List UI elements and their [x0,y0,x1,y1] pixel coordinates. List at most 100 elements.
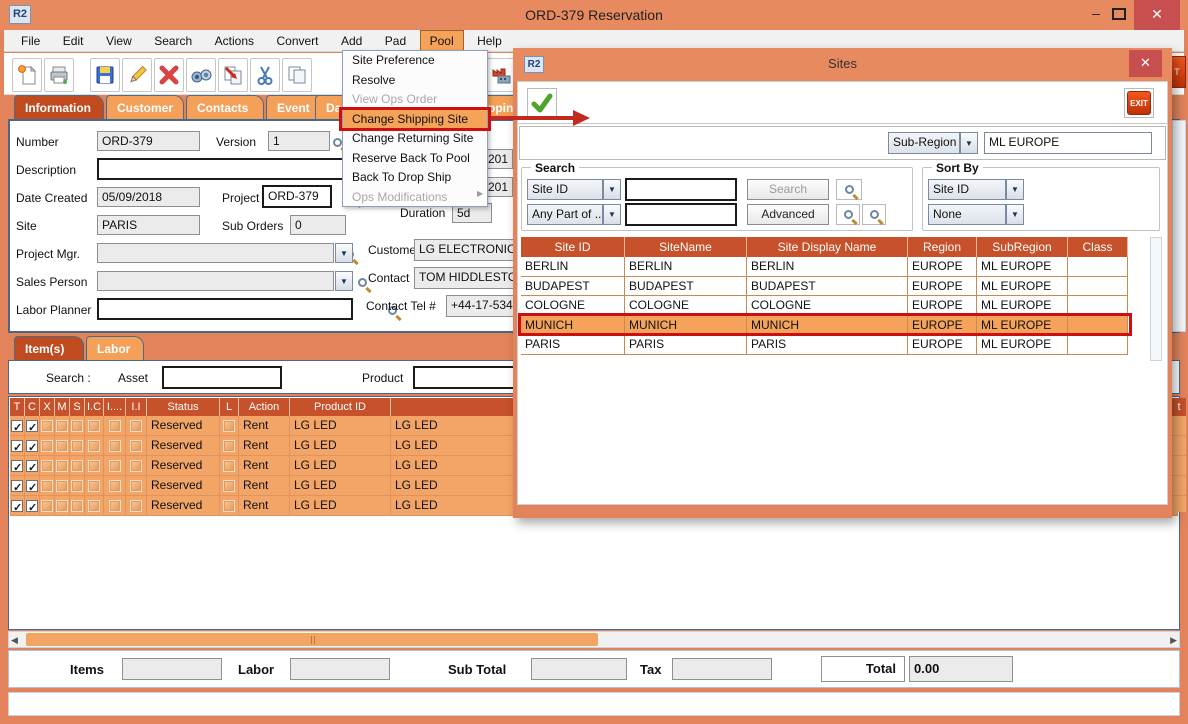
search-button[interactable]: Search [747,179,829,200]
col-status[interactable]: Status [147,398,220,416]
cut-button[interactable] [250,58,280,92]
checkbox-i-dots[interactable] [109,480,121,492]
checkbox-l[interactable] [223,500,235,512]
menu-item-resolve[interactable]: Resolve [343,71,487,91]
menu-edit[interactable]: Edit [54,31,93,51]
search-field2-input[interactable] [625,203,737,226]
checkbox-s[interactable] [71,460,83,472]
checkbox-l[interactable] [223,460,235,472]
checkbox-c[interactable] [26,460,38,472]
dialog-close-button[interactable]: ✕ [1129,50,1162,77]
labor-planner-field[interactable] [97,298,353,320]
edit-button[interactable] [122,58,152,92]
checkbox-t[interactable] [11,480,23,492]
checkbox-x[interactable] [41,500,53,512]
checkbox-m[interactable] [56,480,68,492]
new-document-button[interactable] [12,58,42,92]
col-site-display-name[interactable]: Site Display Name [747,237,908,257]
project-mgr-field[interactable] [97,243,334,263]
site-row-berlin[interactable]: BERLIN BERLIN BERLIN EUROPE ML EUROPE [521,257,1128,277]
col-m[interactable]: M [55,398,70,416]
search-field1-input[interactable] [625,178,737,201]
confirm-button[interactable] [527,88,557,118]
delete-button[interactable] [154,58,184,92]
save-button[interactable] [90,58,120,92]
sales-person-field[interactable] [97,271,334,291]
checkbox-x[interactable] [41,460,53,472]
checkbox-ic[interactable] [88,420,100,432]
checkbox-ii[interactable] [130,440,142,452]
checkbox-ii[interactable] [130,480,142,492]
checkbox-ic[interactable] [88,500,100,512]
col-s[interactable]: S [70,398,85,416]
menu-pool[interactable]: Pool [420,30,464,52]
description-field[interactable] [97,158,353,180]
menu-view[interactable]: View [97,31,141,51]
checkbox-x[interactable] [41,480,53,492]
advanced-button[interactable]: Advanced [747,204,829,225]
horizontal-scrollbar[interactable]: ◀ ▶ [8,631,1180,648]
print-button[interactable] [44,58,74,92]
sales-person-dropdown-button[interactable]: ▼ [335,271,353,291]
col-c[interactable]: C [25,398,40,416]
exit-button[interactable]: EXIT [1124,88,1154,118]
site-row-paris[interactable]: PARIS PARIS PARIS EUROPE ML EUROPE [521,335,1128,355]
form-vertical-scrollbar[interactable] [1172,120,1186,332]
tab-customer[interactable]: Customer [106,95,184,120]
menu-file[interactable]: File [12,31,49,51]
col-site-id[interactable]: Site ID [521,237,625,257]
col-ii[interactable]: I.I [126,398,147,416]
checkbox-t[interactable] [11,420,23,432]
checkbox-s[interactable] [71,500,83,512]
menu-item-back-to-drop-ship[interactable]: Back To Drop Ship [343,168,487,188]
scroll-right-arrow[interactable]: ▶ [1170,635,1177,646]
close-button[interactable]: ✕ [1134,0,1180,30]
shipping-button[interactable] [486,58,515,92]
menu-help[interactable]: Help [468,31,511,51]
find-button[interactable] [186,58,216,92]
checkbox-i-dots[interactable] [109,460,121,472]
menu-add[interactable]: Add [332,31,371,51]
checkbox-i-dots[interactable] [109,420,121,432]
checkbox-i-dots[interactable] [109,440,121,452]
scrollbar-thumb[interactable] [26,633,598,646]
subregion-combo[interactable]: Sub-Region [888,132,960,154]
checkbox-s[interactable] [71,440,83,452]
subregion-value-field[interactable]: ML EUROPE [984,132,1152,154]
col-subregion[interactable]: SubRegion [977,237,1068,257]
search-field1-combo[interactable]: Site ID [527,179,603,200]
project-mgr-dropdown-button[interactable]: ▼ [335,243,353,263]
menu-convert[interactable]: Convert [267,31,327,51]
paste-special-button[interactable] [218,58,248,92]
asset-search-field[interactable] [162,366,282,389]
checkbox-ic[interactable] [88,460,100,472]
advanced-table-search-button[interactable] [862,204,886,225]
checkbox-m[interactable] [56,440,68,452]
col-product-id[interactable]: Product ID [290,398,391,416]
menu-actions[interactable]: Actions [206,31,263,51]
checkbox-l[interactable] [223,440,235,452]
search-lookup-button[interactable] [836,179,862,200]
sort1-combo[interactable]: Site ID [928,179,1006,200]
col-l[interactable]: L [220,398,239,416]
tab-labor[interactable]: Labor [86,336,144,360]
tab-items[interactable]: Item(s) [14,336,84,360]
checkbox-t[interactable] [11,500,23,512]
checkbox-ic[interactable] [88,480,100,492]
col-x[interactable]: X [40,398,55,416]
search-field2-combo[interactable]: Any Part of ... [527,204,603,225]
advanced-doc-search-button[interactable] [836,204,860,225]
checkbox-m[interactable] [56,500,68,512]
col-action[interactable]: Action [239,398,290,416]
checkbox-c[interactable] [26,420,38,432]
col-t[interactable]: T [10,398,25,416]
checkbox-i-dots[interactable] [109,500,121,512]
version-lookup-icon[interactable] [333,138,342,147]
tab-information[interactable]: Information [14,95,104,120]
project-field[interactable]: ORD-379 [262,185,332,208]
sort1-combo-arrow[interactable]: ▼ [1006,179,1024,200]
checkbox-ii[interactable] [130,460,142,472]
maximize-button[interactable] [1112,8,1126,20]
col-class[interactable]: Class [1068,237,1128,257]
sites-table-vertical-scrollbar[interactable] [1150,237,1162,361]
